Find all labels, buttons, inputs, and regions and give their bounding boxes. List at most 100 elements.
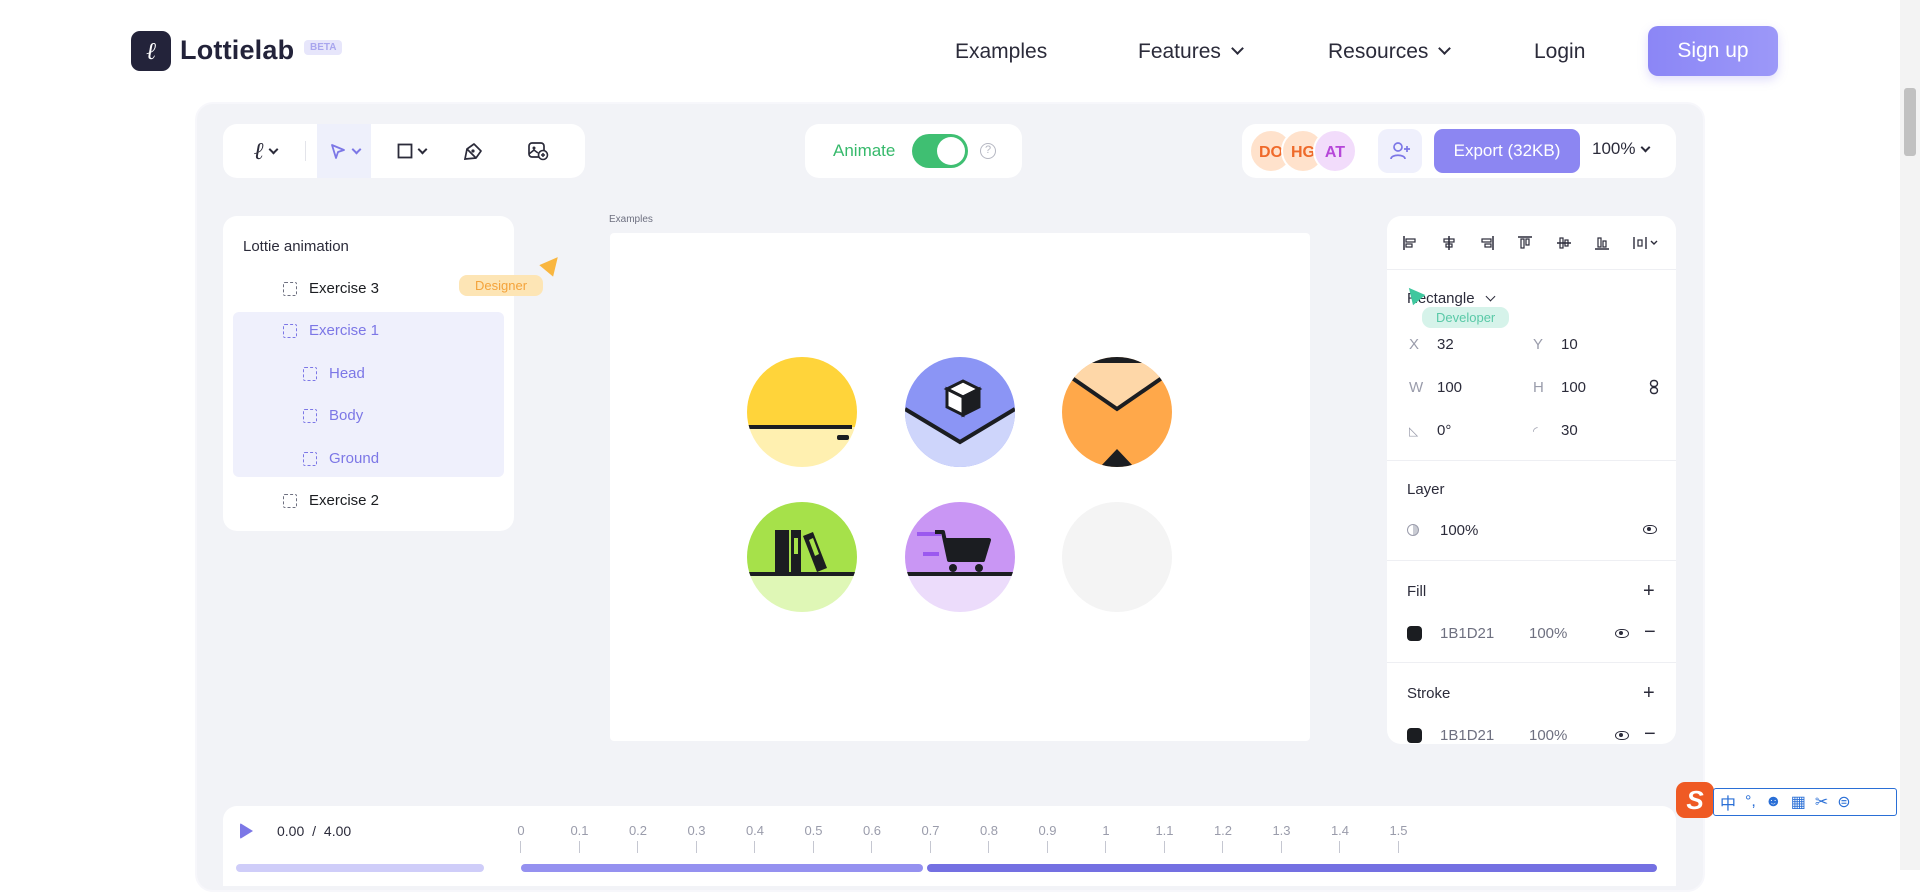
layer-exercise-2[interactable]: Exercise 2 — [283, 492, 379, 509]
align-right-icon[interactable] — [1477, 233, 1497, 253]
distribute-dropdown-icon[interactable] — [1631, 233, 1661, 253]
alignment-toolbar — [1387, 216, 1676, 270]
timeline-tick-label: 0.4 — [740, 823, 770, 853]
animate-label: Animate — [833, 141, 896, 160]
fill-hex-value[interactable]: 1B1D21 — [1440, 625, 1494, 642]
scrollbar-thumb[interactable] — [1904, 88, 1916, 156]
height-field[interactable]: H 100 — [1521, 369, 1631, 405]
add-fill-plus-icon[interactable]: + — [1643, 581, 1655, 601]
invite-user-button[interactable] — [1378, 129, 1422, 173]
layer-ground[interactable]: Ground — [303, 450, 379, 467]
rotation-value: 0° — [1437, 422, 1452, 439]
toolbar-divider — [305, 141, 306, 161]
x-field[interactable]: X 32 — [1397, 326, 1507, 362]
stroke-visibility-eye-icon[interactable] — [1615, 731, 1629, 740]
animate-toggle[interactable] — [912, 134, 968, 168]
nav-login-link[interactable]: Login — [1534, 40, 1585, 64]
fill-opacity-value[interactable]: 100% — [1529, 625, 1567, 642]
image-add-icon — [528, 142, 549, 161]
layer-exercise-1[interactable]: Exercise 1 — [283, 322, 379, 339]
layer-section-title: Layer — [1407, 481, 1445, 498]
layer-visibility-eye-icon[interactable] — [1643, 525, 1657, 534]
x-label: X — [1409, 336, 1420, 353]
layer-label: Ground — [329, 450, 380, 467]
empty-placeholder-circle[interactable] — [1062, 502, 1172, 612]
align-center-v-icon[interactable] — [1554, 233, 1574, 253]
lottielab-logo-icon[interactable]: ℓ — [131, 31, 171, 71]
layer-head[interactable]: Head — [303, 365, 365, 382]
stroke-color-swatch[interactable] — [1407, 728, 1422, 743]
page-scrollbar[interactable] — [1900, 0, 1920, 870]
canvas-artboard[interactable] — [610, 233, 1310, 741]
gamepad-icon[interactable]: ⊜ — [1837, 792, 1850, 812]
track-label-bar[interactable] — [236, 864, 484, 872]
keyframe-track-segment[interactable] — [927, 864, 1657, 872]
align-top-icon[interactable] — [1515, 233, 1535, 253]
fill-color-swatch[interactable] — [1407, 626, 1422, 641]
frame-icon — [303, 408, 317, 423]
emoji-icon[interactable]: ☻ — [1765, 793, 1782, 811]
lock-ratio-icon[interactable] — [1649, 379, 1659, 400]
corner-radius-field[interactable]: ◜ 30 — [1521, 412, 1631, 448]
timeline-tick-label: 0.9 — [1033, 823, 1063, 853]
developer-cursor-tag: Developer — [1422, 307, 1510, 328]
align-bottom-icon[interactable] — [1592, 233, 1612, 253]
keyframe-track-segment[interactable] — [521, 864, 923, 872]
help-icon[interactable]: ? — [980, 143, 996, 159]
signup-button[interactable]: Sign up — [1648, 26, 1778, 76]
cart-icon[interactable] — [905, 502, 1015, 612]
layer-opacity-value[interactable]: 100% — [1440, 522, 1478, 539]
remove-stroke-minus-icon[interactable]: − — [1644, 724, 1656, 744]
add-image-button[interactable] — [513, 124, 563, 178]
shape-tool-button[interactable] — [383, 124, 439, 178]
angle-icon: ◺ — [1409, 424, 1419, 438]
books-icon[interactable] — [747, 502, 857, 612]
layers-panel: Lottie animation Exercise 3 Exercise 1 H… — [223, 216, 514, 531]
rotation-field[interactable]: ◺ 0° — [1397, 412, 1507, 448]
add-user-icon — [1390, 142, 1410, 160]
chevron-down-icon — [1438, 42, 1452, 55]
logo-text[interactable]: Lottielab — [180, 35, 294, 66]
sunset-icon[interactable] — [747, 357, 857, 467]
main-menu-button[interactable]: ℓ — [237, 124, 293, 178]
fill-visibility-eye-icon[interactable] — [1615, 629, 1629, 638]
timeline-tick-label: 1.1 — [1150, 823, 1180, 853]
opacity-icon — [1407, 524, 1419, 536]
keyboard-icon[interactable]: ▦ — [1791, 792, 1806, 812]
pen-tool-button[interactable] — [451, 124, 497, 178]
scissors-icon[interactable]: ✂ — [1815, 792, 1828, 812]
lottielab-menu-icon: ℓ — [253, 136, 264, 165]
stroke-opacity-value[interactable]: 100% — [1529, 727, 1567, 744]
align-left-icon[interactable] — [1400, 233, 1420, 253]
time-separator: / — [312, 823, 317, 839]
stroke-hex-value[interactable]: 1B1D21 — [1440, 727, 1494, 744]
ime-punctuation-toggle[interactable]: °, — [1745, 793, 1756, 811]
select-tool-button[interactable] — [317, 124, 371, 178]
y-field[interactable]: Y 10 — [1521, 326, 1631, 362]
layer-label: Body — [329, 407, 364, 424]
frame-icon — [283, 281, 297, 296]
ime-language-toggle[interactable]: 中 — [1720, 790, 1736, 814]
collaborator-avatar[interactable]: AT — [1313, 129, 1357, 173]
nav-features-dropdown[interactable]: Features — [1138, 40, 1244, 64]
nav-resources-dropdown[interactable]: Resources — [1328, 40, 1452, 64]
box-icon[interactable] — [905, 357, 1015, 467]
remove-fill-minus-icon[interactable]: − — [1644, 622, 1656, 642]
zoom-dropdown[interactable]: 100% — [1592, 139, 1651, 159]
play-icon[interactable] — [240, 823, 253, 839]
layer-body[interactable]: Body — [303, 407, 363, 424]
align-center-h-icon[interactable] — [1439, 233, 1459, 253]
nav-examples-link[interactable]: Examples — [955, 40, 1047, 64]
envelope-icon[interactable] — [1062, 357, 1172, 467]
sogou-logo-icon[interactable]: S — [1676, 782, 1714, 818]
rectangle-icon — [397, 143, 412, 159]
layer-exercise-3[interactable]: Exercise 3 — [283, 280, 379, 297]
layers-root-title[interactable]: Lottie animation — [243, 238, 349, 255]
add-stroke-plus-icon[interactable]: + — [1643, 683, 1655, 703]
y-label: Y — [1533, 336, 1544, 353]
width-field[interactable]: W 100 — [1397, 369, 1507, 405]
h-value: 100 — [1561, 379, 1587, 396]
frame-icon — [283, 493, 297, 508]
w-label: W — [1409, 379, 1424, 396]
export-button[interactable]: Export (32KB) — [1434, 129, 1580, 173]
